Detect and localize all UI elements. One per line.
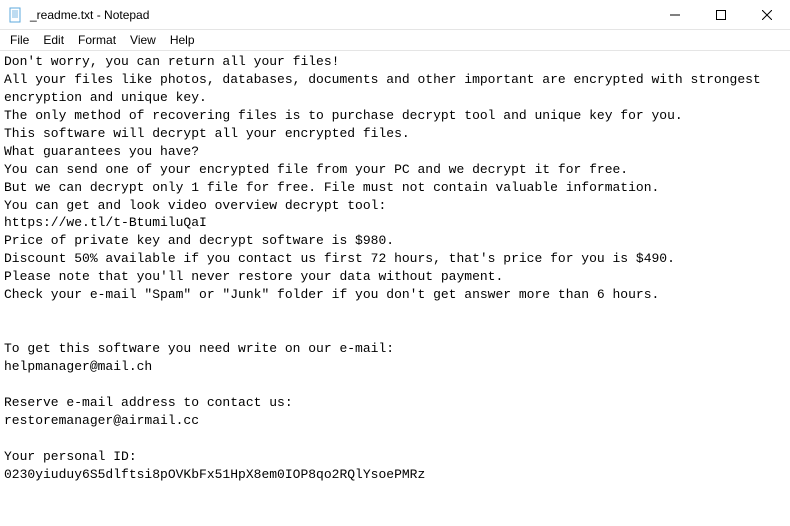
- window-title: _readme.txt - Notepad: [30, 8, 149, 22]
- menu-format[interactable]: Format: [72, 32, 122, 48]
- menu-view[interactable]: View: [124, 32, 162, 48]
- minimize-button[interactable]: [652, 0, 698, 29]
- menu-edit[interactable]: Edit: [37, 32, 70, 48]
- menubar: File Edit Format View Help: [0, 30, 790, 50]
- close-button[interactable]: [744, 0, 790, 29]
- text-area[interactable]: Don't worry, you can return all your fil…: [0, 50, 790, 526]
- maximize-button[interactable]: [698, 0, 744, 29]
- window-controls: [652, 0, 790, 29]
- menu-file[interactable]: File: [4, 32, 35, 48]
- notepad-icon: [8, 7, 24, 23]
- menu-help[interactable]: Help: [164, 32, 201, 48]
- titlebar[interactable]: _readme.txt - Notepad: [0, 0, 790, 30]
